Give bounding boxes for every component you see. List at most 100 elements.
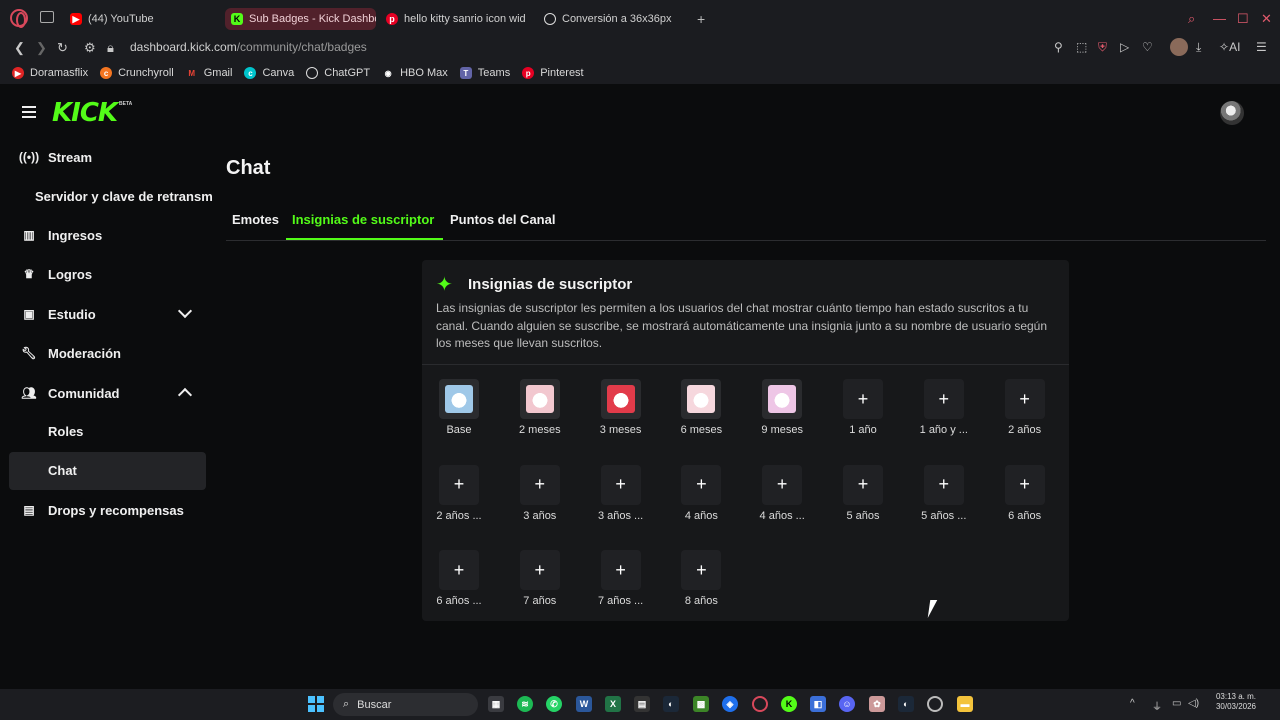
file-explorer-icon[interactable]: ▬ bbox=[957, 696, 973, 712]
badge-image[interactable] bbox=[600, 379, 641, 419]
add-badge-button[interactable]: + bbox=[439, 550, 479, 590]
sidebar-item-stream[interactable]: ((•)) Stream bbox=[19, 147, 92, 167]
network-icon[interactable]: ▭ bbox=[1172, 698, 1181, 709]
badge-image[interactable] bbox=[519, 379, 560, 419]
pin-icon[interactable]: ⚲ bbox=[1054, 40, 1063, 54]
maximize-button[interactable]: ☐ bbox=[1237, 11, 1249, 27]
badge-item[interactable]: 3 meses bbox=[581, 379, 661, 447]
sidebar-item-roles[interactable]: Roles bbox=[48, 424, 83, 439]
app-icon-3[interactable]: ◧ bbox=[810, 696, 826, 712]
badge-image[interactable] bbox=[439, 379, 479, 419]
tray-chevron-icon[interactable]: ^ bbox=[1130, 698, 1135, 709]
chevron-up-icon[interactable] bbox=[177, 387, 193, 403]
sidebar-item-chat[interactable]: Chat bbox=[48, 463, 77, 478]
badge-add-item[interactable]: +7 años ... bbox=[581, 550, 661, 618]
badge-image[interactable] bbox=[681, 379, 722, 419]
add-badge-button[interactable]: + bbox=[681, 550, 722, 590]
badge-add-item[interactable]: +8 años bbox=[661, 550, 741, 618]
opera-menu-icon[interactable] bbox=[10, 9, 28, 28]
bookmark-canva[interactable]: c Canva bbox=[244, 67, 294, 79]
tab-insignias[interactable]: Insignias de suscriptor bbox=[292, 212, 434, 227]
back-button[interactable]: ❮ bbox=[14, 40, 25, 56]
badge-add-item[interactable]: +1 año bbox=[823, 379, 903, 447]
add-badge-button[interactable]: + bbox=[681, 464, 722, 505]
user-avatar[interactable] bbox=[1220, 101, 1244, 125]
ai-button[interactable]: ✧AI bbox=[1219, 40, 1240, 54]
tab-pinterest[interactable]: p hello kitty sanrio icon wid bbox=[380, 8, 530, 30]
badge-add-item[interactable]: +2 años bbox=[985, 379, 1065, 447]
bookmark-crunchyroll[interactable]: c Crunchyroll bbox=[100, 67, 174, 79]
sidebar-item-comunidad[interactable]: 👥︎ Comunidad bbox=[21, 383, 119, 403]
new-tab-button[interactable]: + bbox=[697, 11, 705, 27]
site-settings-icon[interactable]: ⚙ bbox=[84, 40, 96, 56]
app-icon-4[interactable]: ✿ bbox=[869, 696, 885, 712]
app-icon-2[interactable]: ◈ bbox=[722, 696, 738, 712]
minecraft-icon[interactable]: ▩ bbox=[693, 696, 709, 712]
shield-icon[interactable]: ⛨ bbox=[1098, 40, 1107, 55]
badge-add-item[interactable]: +1 año y ... bbox=[904, 379, 984, 447]
add-badge-button[interactable]: + bbox=[519, 464, 560, 505]
discord-icon[interactable]: ☺ bbox=[839, 696, 855, 712]
heart-icon[interactable]: ♡ bbox=[1142, 40, 1153, 54]
forward-button[interactable]: ❯ bbox=[36, 40, 47, 56]
bookmark-hbomax[interactable]: ◉ HBO Max bbox=[382, 67, 448, 79]
bookmark-teams[interactable]: T Teams bbox=[459, 67, 510, 79]
whatsapp-icon[interactable]: ✆ bbox=[546, 696, 562, 712]
sidebar-item-ingresos[interactable]: ▥ Ingresos bbox=[22, 225, 102, 245]
add-badge-button[interactable]: + bbox=[1004, 464, 1045, 505]
spotify-icon[interactable]: ≋ bbox=[517, 696, 533, 712]
opera-taskbar-icon[interactable] bbox=[752, 696, 768, 712]
badge-add-item[interactable]: +4 años ... bbox=[742, 464, 822, 533]
task-view-icon[interactable]: ▦ bbox=[488, 696, 504, 712]
sidebar-item-moderacion[interactable]: 🔧︎ Moderación bbox=[21, 343, 121, 363]
kick-logo[interactable]: KICK bbox=[52, 98, 118, 128]
steam-icon-2[interactable]: ◐ bbox=[898, 696, 914, 712]
snapshot-icon[interactable]: ⬚ bbox=[1076, 40, 1087, 54]
badge-item[interactable]: 6 meses bbox=[661, 379, 741, 447]
badge-add-item[interactable]: +5 años bbox=[823, 464, 903, 533]
download-icon[interactable]: ⤓ bbox=[1196, 40, 1201, 55]
windows-start-icon[interactable] bbox=[308, 696, 324, 712]
tab-youtube[interactable]: ▶ (44) YouTube bbox=[64, 8, 224, 30]
steam-icon[interactable]: ◐ bbox=[663, 696, 679, 712]
badge-add-item[interactable]: +5 años ... bbox=[904, 464, 984, 533]
search-icon[interactable]: ⌕ bbox=[1188, 11, 1195, 27]
volume-icon[interactable]: ◁) bbox=[1188, 698, 1199, 709]
excel-icon[interactable]: X bbox=[605, 696, 621, 712]
badge-add-item[interactable]: +2 años ... bbox=[419, 464, 499, 533]
profile-avatar[interactable] bbox=[1170, 38, 1188, 56]
kick-taskbar-icon[interactable]: K bbox=[781, 696, 797, 712]
add-badge-button[interactable]: + bbox=[843, 464, 883, 505]
badge-add-item[interactable]: +3 años bbox=[500, 464, 580, 533]
add-badge-button[interactable]: + bbox=[600, 464, 641, 505]
badge-item[interactable]: 2 meses bbox=[500, 379, 580, 447]
bookmark-chatgpt[interactable]: ChatGPT bbox=[306, 67, 370, 79]
app-icon[interactable]: ▤ bbox=[634, 696, 650, 712]
sidebar-item-estudio[interactable]: ▣ Estudio bbox=[22, 304, 95, 324]
badge-add-item[interactable]: +6 años ... bbox=[419, 550, 499, 618]
mic-icon[interactable]: ⏚ bbox=[1152, 698, 1162, 713]
taskbar-clock[interactable]: 03:13 a. m. 30/03/2026 bbox=[1206, 692, 1256, 712]
add-badge-button[interactable]: + bbox=[843, 379, 883, 419]
badge-item[interactable]: Base bbox=[419, 379, 499, 447]
tab-kick[interactable]: K Sub Badges - Kick Dashbo bbox=[225, 8, 376, 30]
add-badge-button[interactable]: + bbox=[762, 464, 803, 505]
minimize-button[interactable]: — bbox=[1213, 11, 1226, 26]
badge-add-item[interactable]: +6 años bbox=[985, 464, 1065, 533]
add-badge-button[interactable]: + bbox=[923, 464, 964, 505]
chrome-icon[interactable] bbox=[927, 696, 943, 712]
badge-add-item[interactable]: +3 años ... bbox=[581, 464, 661, 533]
add-badge-button[interactable]: + bbox=[600, 550, 641, 590]
bookmark-gmail[interactable]: M Gmail bbox=[186, 67, 232, 79]
badge-item[interactable]: 9 meses bbox=[742, 379, 822, 447]
play-icon[interactable]: ▷ bbox=[1120, 40, 1129, 54]
word-icon[interactable]: W bbox=[576, 696, 592, 712]
badge-add-item[interactable]: +4 años bbox=[661, 464, 741, 533]
hamburger-menu-icon[interactable] bbox=[22, 106, 36, 118]
url-field[interactable]: dashboard.kick.com/community/chat/badges bbox=[130, 40, 367, 54]
close-window-button[interactable]: ✕ bbox=[1261, 11, 1272, 27]
tab-chatgpt[interactable]: Conversión a 36x36px bbox=[538, 8, 688, 30]
reload-button[interactable]: ↻ bbox=[57, 40, 68, 56]
badge-image[interactable] bbox=[762, 379, 803, 419]
badge-add-item[interactable]: +7 años bbox=[500, 550, 580, 618]
